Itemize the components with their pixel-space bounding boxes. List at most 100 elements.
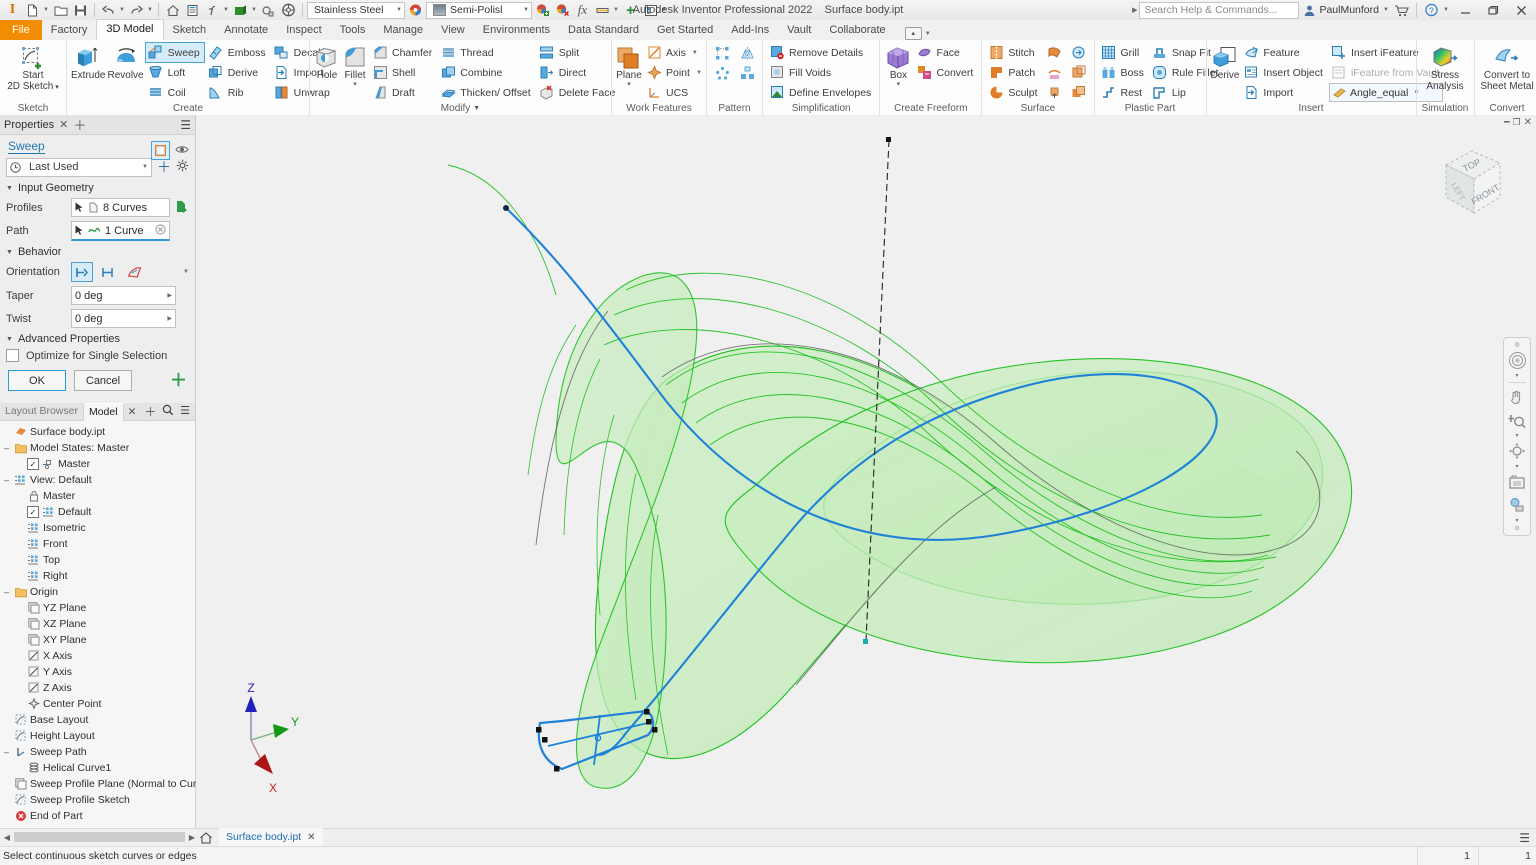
section-input-geometry[interactable]: ▼ Input Geometry bbox=[0, 179, 195, 196]
user-account-button[interactable]: PaulMunford bbox=[1301, 4, 1381, 17]
tree-node[interactable]: Base Layout bbox=[2, 712, 195, 728]
dimension-display-icon[interactable] bbox=[593, 1, 612, 19]
extend-surface-icon[interactable] bbox=[1044, 63, 1066, 82]
ok-button[interactable]: OK bbox=[8, 370, 66, 391]
full-navigation-wheel-icon[interactable] bbox=[1506, 349, 1528, 371]
axis-caret-icon[interactable]: ▼ bbox=[692, 50, 698, 56]
tree-node[interactable]: Y Axis bbox=[2, 664, 195, 680]
tab-collaborate[interactable]: Collaborate bbox=[820, 20, 894, 40]
preset-settings-gear-icon[interactable] bbox=[176, 159, 189, 175]
ruled-surface-icon[interactable] bbox=[1044, 83, 1066, 102]
browser-search-icon[interactable] bbox=[162, 404, 174, 419]
tree-node[interactable]: X Axis bbox=[2, 648, 195, 664]
help-caret-icon[interactable]: ▼ bbox=[1443, 7, 1450, 13]
redo-caret-icon[interactable]: ▼ bbox=[147, 7, 154, 13]
stress-analysis-button[interactable]: StressAnalysis bbox=[1421, 43, 1470, 92]
material-selector[interactable]: Stainless Steel ▼ bbox=[307, 2, 405, 19]
direct-button[interactable]: Direct bbox=[537, 63, 620, 82]
user-caret-icon[interactable]: ▼ bbox=[1383, 7, 1390, 13]
sweep-button[interactable]: Sweep bbox=[146, 43, 204, 62]
insert-object-button[interactable]: Insert Object bbox=[1241, 63, 1327, 82]
sculpt-button[interactable]: Sculpt bbox=[986, 83, 1041, 102]
apply-plus-icon[interactable]: ＋ bbox=[170, 374, 187, 388]
restore-button[interactable] bbox=[1480, 0, 1506, 20]
thicken-offset-button[interactable]: Thicken/ Offset bbox=[438, 83, 534, 102]
redo-icon[interactable] bbox=[127, 1, 146, 19]
loft-button[interactable]: Loft bbox=[146, 63, 204, 82]
tab-data-standard[interactable]: Data Standard bbox=[559, 20, 648, 40]
replace-face-icon[interactable] bbox=[1068, 43, 1090, 62]
coil-button[interactable]: Coil bbox=[146, 83, 204, 102]
tree-node[interactable]: Isometric bbox=[2, 520, 195, 536]
remove-details-button[interactable]: Remove Details bbox=[767, 43, 875, 62]
draft-button[interactable]: Draft bbox=[370, 83, 436, 102]
tree-node[interactable]: –Sweep Path bbox=[2, 744, 195, 760]
solid-surface-toggle-icon[interactable] bbox=[151, 141, 170, 160]
tree-node[interactable]: Sweep Profile Plane (Normal to Curve at … bbox=[2, 776, 195, 792]
optimize-checkbox[interactable] bbox=[6, 349, 19, 362]
freeform-face-button[interactable]: Face bbox=[915, 43, 978, 62]
appearance-browser-icon[interactable] bbox=[259, 1, 278, 19]
preset-caret-icon[interactable]: ▼ bbox=[142, 164, 148, 170]
convert-sheet-metal-button[interactable]: Convert toSheet Metal bbox=[1479, 43, 1536, 92]
section-advanced-properties[interactable]: ▼ Advanced Properties bbox=[0, 330, 195, 347]
delete-face-button[interactable]: Delete Face bbox=[537, 83, 620, 102]
fx-icon[interactable]: fx bbox=[573, 1, 592, 19]
tab-inspect[interactable]: Inspect bbox=[277, 20, 330, 40]
tree-node[interactable]: Center Point bbox=[2, 696, 195, 712]
material-color-swatch-icon[interactable] bbox=[406, 1, 425, 19]
document-tab[interactable]: Surface body.ipt ✕ bbox=[219, 828, 323, 848]
new-file-icon[interactable] bbox=[23, 1, 42, 19]
tree-node[interactable]: XY Plane bbox=[2, 632, 195, 648]
material-caret-icon[interactable]: ▼ bbox=[251, 7, 258, 13]
plane-dropdown-caret-icon[interactable]: ▾ bbox=[627, 82, 631, 87]
close-button[interactable] bbox=[1508, 0, 1534, 20]
derive-button[interactable]: Derive bbox=[206, 63, 270, 82]
insert-feature-button[interactable]: Feature bbox=[1241, 43, 1327, 62]
tab-add-ins[interactable]: Add-Ins bbox=[722, 20, 778, 40]
circular-pattern-icon[interactable] bbox=[711, 64, 733, 83]
navbar-bottom-options-icon[interactable]: ⊙ bbox=[1514, 525, 1519, 532]
path-clear-icon[interactable] bbox=[155, 224, 166, 238]
profiles-field[interactable]: 8 Curves bbox=[71, 198, 170, 217]
tab-3d-model[interactable]: 3D Model bbox=[96, 19, 163, 40]
freeform-box-button[interactable]: Box ▾ bbox=[884, 43, 912, 87]
tree-node[interactable]: Front bbox=[2, 536, 195, 552]
appearance-add-icon[interactable] bbox=[533, 1, 552, 19]
tree-node[interactable]: ✓Master bbox=[2, 456, 195, 472]
close-properties-icon[interactable]: ✕ bbox=[59, 118, 68, 131]
tree-node[interactable]: –View: Default bbox=[2, 472, 195, 488]
freeform-box-caret-icon[interactable]: ▾ bbox=[897, 82, 901, 87]
document-tabs-menu-icon[interactable]: ☰ bbox=[1519, 831, 1536, 845]
appearance-selector[interactable]: Semi-Polisl ▼ bbox=[426, 2, 532, 19]
sketch-driven-pattern-icon[interactable] bbox=[736, 64, 758, 83]
derive-big-button[interactable]: Derive bbox=[1211, 43, 1240, 82]
tab-sketch[interactable]: Sketch bbox=[164, 20, 216, 40]
tree-node[interactable]: Z Axis bbox=[2, 680, 195, 696]
appearance-clear-icon[interactable] bbox=[553, 1, 572, 19]
properties-menu-icon[interactable]: ☰ bbox=[180, 118, 191, 132]
point-caret-icon[interactable]: ▼ bbox=[696, 70, 702, 76]
tree-node[interactable]: End of Part bbox=[2, 808, 195, 824]
tab-layout-browser[interactable]: Layout Browser bbox=[0, 403, 83, 420]
material-dropdown-caret-icon[interactable]: ▼ bbox=[390, 7, 402, 13]
open-file-icon[interactable] bbox=[51, 1, 70, 19]
point-button[interactable]: Point ▼ bbox=[644, 63, 706, 82]
tab-annotate[interactable]: Annotate bbox=[215, 20, 277, 40]
home-icon[interactable] bbox=[163, 1, 182, 19]
axis-button[interactable]: Axis ▼ bbox=[644, 43, 706, 62]
input-geometry-expander-icon[interactable]: ▼ bbox=[6, 185, 13, 192]
fillet-dropdown-caret-icon[interactable]: ▾ bbox=[353, 82, 357, 87]
save-icon[interactable] bbox=[71, 1, 90, 19]
tab-get-started[interactable]: Get Started bbox=[648, 20, 722, 40]
dimension-caret-icon[interactable]: ▼ bbox=[613, 7, 620, 13]
tab-factory[interactable]: Factory bbox=[42, 20, 97, 40]
combine-button[interactable]: Combine bbox=[438, 63, 534, 82]
navbar-top-pin-icon[interactable]: ◎ bbox=[1514, 341, 1519, 348]
viewport-minimize-icon[interactable]: ━ bbox=[1504, 117, 1509, 128]
tree-node[interactable]: YZ Plane bbox=[2, 600, 195, 616]
minimize-button[interactable] bbox=[1452, 0, 1478, 20]
thread-button[interactable]: Thread bbox=[438, 43, 534, 62]
ucs-button[interactable]: UCS bbox=[644, 83, 706, 102]
zoom-icon[interactable] bbox=[1506, 409, 1528, 431]
